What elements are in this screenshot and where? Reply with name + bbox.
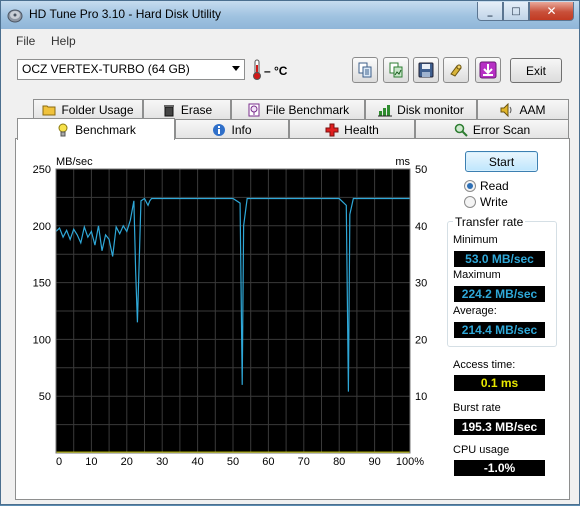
- write-radio-label: Write: [480, 195, 508, 209]
- app-icon: [7, 9, 23, 23]
- save-button[interactable]: [413, 57, 439, 83]
- cpu-usage-value: -1.0%: [454, 460, 545, 476]
- tab-erase-label: Erase: [180, 102, 213, 117]
- tab-health[interactable]: Health: [289, 119, 415, 139]
- tab-folder-usage-label: Folder Usage: [61, 102, 134, 117]
- average-value-text: 214.4 MB/sec: [461, 323, 538, 337]
- write-radio-dot: [464, 196, 476, 208]
- exit-button[interactable]: Exit: [510, 58, 562, 83]
- exit-button-label: Exit: [525, 63, 546, 78]
- maximum-value: 224.2 MB/sec: [454, 286, 545, 302]
- read-radio-label: Read: [480, 179, 509, 193]
- magnifier-icon: [454, 123, 468, 137]
- thermometer-icon: [253, 59, 261, 80]
- file-benchmark-icon: [248, 103, 260, 116]
- minimize-icon: _: [487, 5, 493, 17]
- temperature-value: – °C: [264, 64, 288, 78]
- tab-info[interactable]: Info: [175, 119, 289, 139]
- transfer-rate-title: Transfer rate: [453, 215, 526, 229]
- drive-select[interactable]: OCZ VERTEX-TURBO (64 GB): [17, 59, 245, 80]
- minimum-label: Minimum: [453, 234, 498, 246]
- cpu-usage-label: CPU usage: [453, 444, 510, 456]
- options-button[interactable]: [443, 57, 469, 83]
- info-icon: [213, 123, 226, 136]
- maximum-label: Maximum: [453, 269, 501, 281]
- options-icon: [450, 64, 462, 77]
- menu-help[interactable]: Help: [51, 34, 76, 48]
- close-icon: ✕: [546, 4, 557, 18]
- close-button[interactable]: ✕: [529, 2, 574, 21]
- tab-error-scan-label: Error Scan: [472, 122, 531, 137]
- access-time-label: Access time:: [453, 359, 516, 371]
- tab-disk-monitor-label: Disk monitor: [397, 102, 464, 117]
- speaker-icon: [500, 102, 512, 117]
- write-radio[interactable]: Write: [464, 195, 544, 209]
- tab-aam-label: AAM: [519, 102, 546, 117]
- minimum-value-text: 53.0 MB/sec: [465, 252, 534, 266]
- tab-health-label: Health: [344, 122, 379, 137]
- burst-rate-value-text: 195.3 MB/sec: [461, 420, 538, 434]
- tab-file-benchmark[interactable]: File Benchmark: [231, 99, 365, 119]
- read-radio-dot: [464, 180, 476, 192]
- cpu-usage-value-text: -1.0%: [483, 461, 516, 475]
- maximize-button[interactable]: □: [503, 2, 529, 21]
- maximize-icon: □: [511, 5, 521, 17]
- tab-folder-usage[interactable]: Folder Usage: [33, 99, 143, 119]
- menu-file[interactable]: File: [16, 34, 35, 48]
- menu-bar: File Help: [1, 30, 579, 51]
- tab-erase[interactable]: Erase: [143, 99, 231, 119]
- start-button-label: Start: [488, 154, 515, 169]
- disk-monitor-icon: [378, 104, 393, 116]
- average-value: 214.4 MB/sec: [454, 322, 545, 338]
- burst-rate-label: Burst rate: [453, 402, 501, 414]
- tab-aam[interactable]: AAM: [477, 99, 569, 119]
- access-time-value: 0.1 ms: [454, 375, 545, 391]
- access-time-value-text: 0.1 ms: [480, 376, 519, 390]
- tab-file-benchmark-label: File Benchmark: [265, 102, 350, 117]
- health-cross-icon: [325, 123, 339, 136]
- tab-error-scan[interactable]: Error Scan: [415, 119, 569, 139]
- trash-icon: [163, 104, 174, 116]
- burst-rate-value: 195.3 MB/sec: [454, 419, 545, 435]
- title-bar[interactable]: HD Tune Pro 3.10 - Hard Disk Utility _ □…: [1, 1, 579, 29]
- chevron-down-icon: [232, 66, 240, 71]
- window-title: HD Tune Pro 3.10 - Hard Disk Utility: [29, 7, 222, 21]
- minimum-value: 53.0 MB/sec: [454, 251, 545, 267]
- download-icon: [479, 61, 497, 79]
- save-icon: [418, 62, 434, 78]
- copy-text-button[interactable]: [352, 57, 378, 83]
- average-label: Average:: [453, 305, 497, 317]
- maximum-value-text: 224.2 MB/sec: [461, 287, 538, 301]
- copy-screenshot-icon: [389, 62, 403, 78]
- start-button[interactable]: Start: [465, 151, 538, 172]
- app-window: HD Tune Pro 3.10 - Hard Disk Utility _ □…: [0, 0, 580, 505]
- folder-icon: [42, 105, 56, 115]
- tab-disk-monitor[interactable]: Disk monitor: [365, 99, 477, 119]
- tab-benchmark[interactable]: Benchmark: [17, 118, 175, 140]
- minimize-button[interactable]: _: [477, 2, 503, 21]
- tab-benchmark-label: Benchmark: [75, 122, 136, 137]
- copy-text-icon: [358, 62, 372, 78]
- read-radio[interactable]: Read: [464, 179, 544, 193]
- copy-screenshot-button[interactable]: [383, 57, 409, 83]
- lightbulb-icon: [58, 123, 68, 136]
- download-button[interactable]: [475, 57, 501, 83]
- tab-info-label: Info: [231, 122, 252, 137]
- drive-select-value: OCZ VERTEX-TURBO (64 GB): [22, 62, 190, 76]
